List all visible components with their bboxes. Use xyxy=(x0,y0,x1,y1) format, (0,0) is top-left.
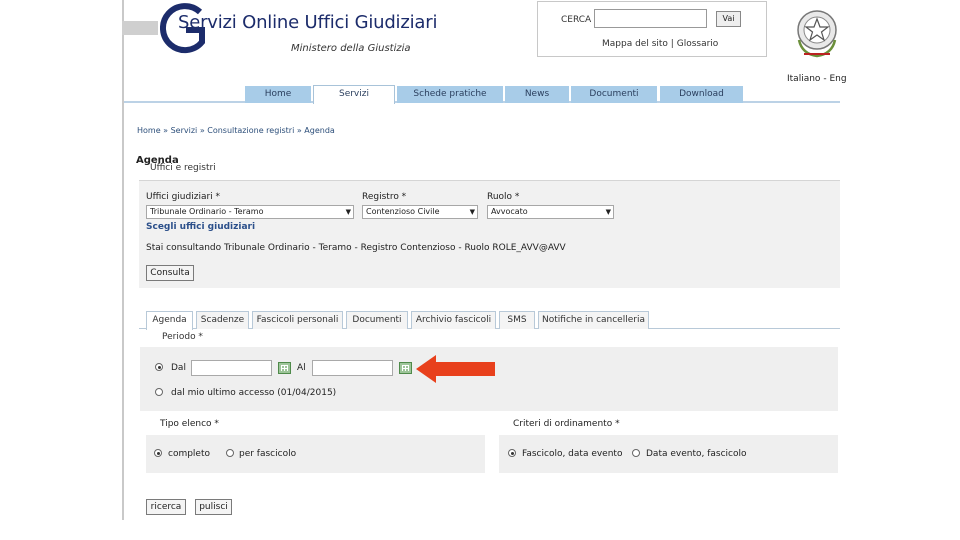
tab-sms[interactable]: SMS xyxy=(499,311,535,329)
fascicolo-data-label: Fascicolo, data evento xyxy=(522,449,623,459)
ufficio-select[interactable]: Tribunale Ordinario - Teramo ▼ xyxy=(146,205,354,219)
dal-date-input[interactable] xyxy=(191,360,272,376)
tipo-elenco-label: Tipo elenco * xyxy=(160,419,219,429)
criteri-label: Criteri di ordinamento * xyxy=(513,419,620,429)
tab-documenti[interactable]: Documenti xyxy=(346,311,408,329)
data-fascicolo-label: Data evento, fascicolo xyxy=(646,449,747,459)
lang-italian-link[interactable]: Italiano xyxy=(787,74,820,84)
registro-select-value: Contenzioso Civile xyxy=(366,207,440,216)
pulisci-button[interactable]: pulisci xyxy=(195,499,232,515)
ruolo-select[interactable]: Avvocato ▼ xyxy=(487,205,614,219)
red-arrow-icon xyxy=(416,355,495,383)
tab-fascicoli-personali[interactable]: Fascicoli personali xyxy=(252,311,343,329)
language-links: Italiano - Eng xyxy=(787,74,847,84)
al-date-input[interactable] xyxy=(312,360,393,376)
registro-label: Registro * xyxy=(362,192,407,202)
ricerca-button[interactable]: ricerca xyxy=(146,499,186,515)
tab-notifiche[interactable]: Notifiche in cancelleria xyxy=(538,311,649,329)
periodo-label: Periodo * xyxy=(162,332,203,342)
calendar-icon[interactable] xyxy=(399,362,412,374)
ruolo-select-value: Avvocato xyxy=(491,207,528,216)
per-fascicolo-label: per fascicolo xyxy=(239,449,297,459)
lang-separator: - xyxy=(823,74,827,84)
nav-tab-servizi[interactable]: Servizi xyxy=(313,85,395,104)
link-separator: | xyxy=(670,39,674,49)
lang-english-link[interactable]: Eng xyxy=(829,74,846,84)
site-map-link[interactable]: Mappa del sito xyxy=(602,39,668,49)
search-button[interactable]: Vai xyxy=(716,11,741,27)
radio-data-fascicolo[interactable] xyxy=(632,449,640,457)
chevron-down-icon: ▼ xyxy=(605,208,611,216)
completo-label: completo xyxy=(168,449,211,459)
radio-dal-al[interactable] xyxy=(155,363,163,371)
radio-completo[interactable] xyxy=(154,449,162,457)
nav-tab-schede[interactable]: Schede pratiche xyxy=(397,86,503,103)
republic-emblem-icon xyxy=(797,10,837,58)
consulting-status: Stai consultando Tribunale Ordinario - T… xyxy=(146,243,566,253)
left-border xyxy=(122,0,124,520)
tab-agenda[interactable]: Agenda xyxy=(146,311,193,330)
tab-scadenze[interactable]: Scadenze xyxy=(196,311,249,329)
registro-select[interactable]: Contenzioso Civile ▼ xyxy=(362,205,478,219)
choose-offices-link[interactable]: Scegli uffici giudiziari xyxy=(146,222,255,232)
dal-label: Dal xyxy=(171,363,186,373)
chevron-down-icon: ▼ xyxy=(345,208,351,216)
last-access-label: dal mio ultimo accesso (01/04/2015) xyxy=(171,388,337,398)
search-input[interactable] xyxy=(594,9,707,28)
header-strip xyxy=(122,21,158,35)
nav-tab-home[interactable]: Home xyxy=(245,86,311,103)
radio-last-access[interactable] xyxy=(155,388,163,396)
nav-tab-news[interactable]: News xyxy=(505,86,569,103)
header-links: Mappa del sito | Glossario xyxy=(602,39,718,49)
site-title[interactable]: Servizi Online Uffici Giudiziari xyxy=(178,12,437,33)
site-subtitle: Ministero della Giustizia xyxy=(291,43,411,54)
nav-tab-download[interactable]: Download xyxy=(660,86,743,103)
consulta-button[interactable]: Consulta xyxy=(146,265,194,281)
nav-tab-documenti[interactable]: Documenti xyxy=(571,86,657,103)
radio-fascicolo-data[interactable] xyxy=(508,449,516,457)
ruolo-label: Ruolo * xyxy=(487,192,520,202)
calendar-icon[interactable] xyxy=(278,362,291,374)
breadcrumb[interactable]: Home » Servizi » Consultazione registri … xyxy=(137,126,335,135)
chevron-down-icon: ▼ xyxy=(469,208,475,216)
search-label: CERCA xyxy=(561,15,592,25)
tab-archivio-fascicoli[interactable]: Archivio fascicoli xyxy=(411,311,496,329)
section-title-uffici: Uffici e registri xyxy=(150,163,216,173)
radio-per-fascicolo[interactable] xyxy=(226,449,234,457)
ufficio-label: Uffici giudiziari * xyxy=(146,192,221,202)
ufficio-select-value: Tribunale Ordinario - Teramo xyxy=(150,207,264,216)
al-label: Al xyxy=(297,363,306,373)
glossary-link[interactable]: Glossario xyxy=(677,39,719,49)
